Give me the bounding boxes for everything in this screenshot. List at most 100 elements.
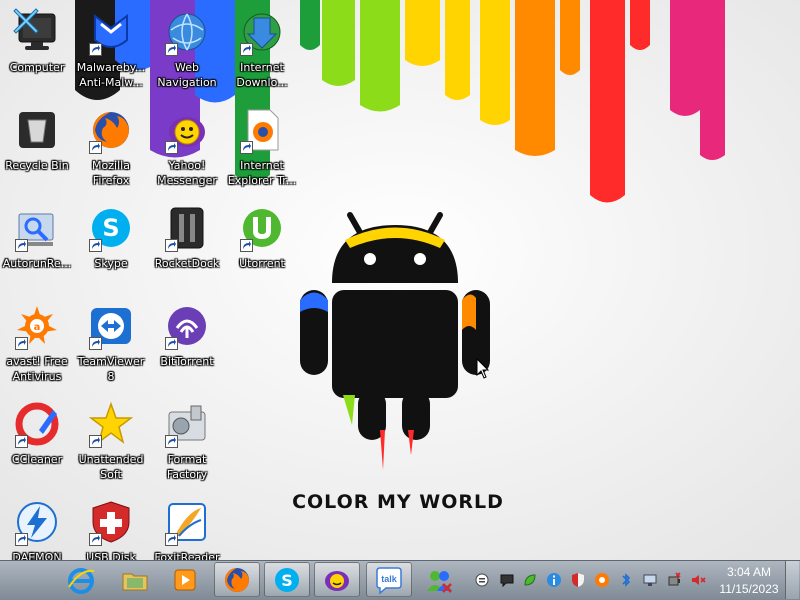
taskbar-button-media-player[interactable]	[162, 562, 208, 597]
taskbar-button-firefox[interactable]	[214, 562, 260, 597]
tray-power-icon[interactable]	[666, 572, 682, 588]
icon-image	[163, 400, 211, 448]
shortcut-arrow-icon	[89, 141, 102, 154]
tray-bluetooth-icon[interactable]	[618, 572, 634, 588]
taskbar-button-skype[interactable]: S	[264, 562, 310, 597]
icon-image	[87, 8, 135, 56]
desktop-icon-malwarebytes[interactable]: Malwareby... Anti-Malw...	[74, 2, 148, 98]
desktop-icon-label: CCleaner	[11, 453, 63, 466]
icon-image	[163, 106, 211, 154]
shield-icon	[572, 573, 584, 587]
desktop-icon-avast[interactable]: a avast! Free Antivirus	[0, 296, 74, 392]
svg-text:a: a	[34, 322, 41, 333]
start-button[interactable]	[4, 2, 48, 37]
icon-image	[163, 8, 211, 56]
shortcut-arrow-icon	[15, 239, 28, 252]
taskbar-button-google-talk[interactable]: talk	[366, 562, 412, 597]
desktop-icon-yahoo-messenger[interactable]: Yahoo! Messenger	[150, 100, 224, 196]
tray-chat-bubble-icon[interactable]	[474, 572, 490, 588]
tray-avast-tray-icon[interactable]	[594, 572, 610, 588]
icon-image	[13, 498, 61, 546]
desktop-icon-label: TeamViewer 8	[77, 355, 145, 383]
internet-explorer-icon	[68, 567, 95, 594]
media-player-icon	[174, 569, 196, 590]
icon-image	[163, 204, 211, 252]
tray-monitor-icon[interactable]	[642, 572, 658, 588]
show-desktop-button[interactable]	[785, 561, 799, 599]
taskbar-button-yahoo-messenger[interactable]	[314, 562, 360, 597]
tray-messages-icon[interactable]	[499, 572, 515, 588]
icon-image	[13, 106, 61, 154]
shortcut-arrow-icon	[89, 435, 102, 448]
shortcut-arrow-icon	[15, 533, 28, 546]
clock-time[interactable]: 3:04 AM	[710, 565, 788, 579]
tray-shield-icon[interactable]	[570, 572, 586, 588]
shortcut-arrow-icon	[240, 239, 253, 252]
icon-image: a	[13, 302, 61, 350]
firefox-icon	[225, 567, 249, 592]
desktop-icon-rocketdock[interactable]: RocketDock	[150, 198, 224, 294]
desktop-icon-firefox[interactable]: Mozilla Firefox	[74, 100, 148, 196]
desktop-icon-download-manager[interactable]: Internet Downlo...	[225, 2, 299, 98]
desktop-icon-format-factory[interactable]: Format Factory	[150, 394, 224, 490]
desktop-icon-autorun[interactable]: AutorunRe...	[0, 198, 74, 294]
tray-volume-muted-icon[interactable]	[690, 572, 706, 588]
messages-icon	[500, 574, 514, 588]
recycle-bin-icon	[19, 112, 55, 148]
icon-image	[87, 106, 135, 154]
desktop-icon-label: avast! Free Antivirus	[6, 355, 68, 383]
desktop-icon-label: AutorunRe...	[2, 257, 72, 270]
taskbar-button-internet-explorer[interactable]	[58, 562, 104, 597]
taskbar-button-network-users[interactable]	[416, 562, 462, 597]
desktop-icon-label: Yahoo! Messenger	[157, 159, 217, 187]
desktop-icon-skype[interactable]: S Skype	[74, 198, 148, 294]
desktop-icon-teamviewer[interactable]: TeamViewer 8	[74, 296, 148, 392]
shortcut-arrow-icon	[165, 43, 178, 56]
info-icon	[547, 573, 561, 587]
desktop: Computer Malwareby... Anti-Malw... Web Nav…	[0, 0, 800, 564]
clock-date[interactable]: 11/15/2023	[710, 582, 788, 596]
desktop-icon-label: Internet Downlo...	[236, 61, 288, 89]
svg-text:S: S	[102, 214, 119, 242]
shortcut-arrow-icon	[165, 239, 178, 252]
shortcut-arrow-icon	[165, 435, 178, 448]
desktop-icon-globe[interactable]: Web Navigation	[150, 2, 224, 98]
icon-image	[238, 106, 286, 154]
icon-image	[163, 498, 211, 546]
yahoo-messenger-icon	[325, 570, 349, 591]
tray-green-leaf-icon[interactable]	[522, 572, 538, 588]
shortcut-arrow-icon	[89, 533, 102, 546]
google-talk-icon: talk	[376, 566, 402, 595]
icon-image	[87, 302, 135, 350]
mouse-cursor	[476, 358, 490, 379]
desktop-icon-ccleaner[interactable]: CCleaner	[0, 394, 74, 490]
network-users-icon	[427, 570, 452, 593]
desktop-icon-label: BitTorrent	[160, 355, 214, 368]
desktop-icon-bittorrent[interactable]: BitTorrent	[150, 296, 224, 392]
desktop-icon-utorrent[interactable]: Utorrent	[225, 198, 299, 294]
icon-image	[87, 400, 135, 448]
monitor-icon	[643, 574, 657, 586]
desktop-icon-recycle-bin[interactable]: Recycle Bin	[0, 100, 74, 196]
avast-tray-icon	[595, 573, 609, 587]
desktop-icon-label: RocketDock	[154, 257, 220, 270]
tray-info-icon[interactable]	[546, 572, 562, 588]
shortcut-arrow-icon	[89, 239, 102, 252]
shortcut-arrow-icon	[165, 533, 178, 546]
desktop-icon-star[interactable]: Unattended Soft	[74, 394, 148, 490]
explorer-folder-icon	[122, 573, 148, 590]
icon-image	[163, 302, 211, 350]
shortcut-arrow-icon	[165, 141, 178, 154]
desktop-icon-label: Web Navigation	[157, 61, 217, 89]
desktop-icon-label: Skype	[94, 257, 128, 270]
desktop-icon-label: Unattended Soft	[78, 453, 144, 481]
taskbar-button-explorer-folder[interactable]	[112, 562, 158, 597]
shortcut-arrow-icon	[15, 435, 28, 448]
shortcut-arrow-icon	[89, 43, 102, 56]
desktop-icon-label: Format Factory	[166, 453, 208, 481]
shortcut-arrow-icon	[240, 43, 253, 56]
icon-image	[13, 204, 61, 252]
desktop-icon-document-firefox[interactable]: Internet Explorer Tr...	[225, 100, 299, 196]
icon-image	[238, 204, 286, 252]
icon-image: S	[87, 204, 135, 252]
